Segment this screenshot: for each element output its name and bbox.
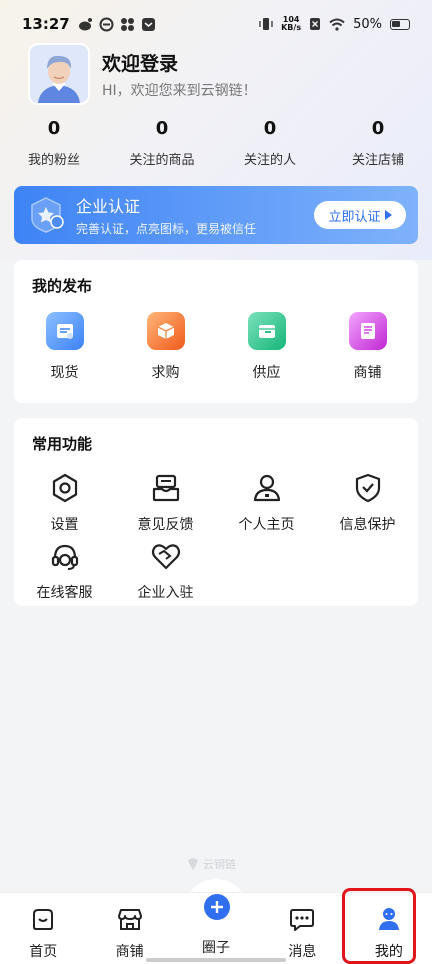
publish-label: 求购 <box>151 365 180 381</box>
function-label: 个人主页 <box>238 517 295 533</box>
handshake-heart-icon <box>151 544 180 570</box>
stat-followed-shops[interactable]: 0 关注店铺 <box>324 118 432 168</box>
tab-label: 圈子 <box>202 940 231 956</box>
function-label: 意见反馈 <box>137 517 194 533</box>
network-speed: 104 KB/s <box>281 16 301 32</box>
stat-value: 0 <box>263 118 277 139</box>
function-info-protection[interactable]: 信息保护 <box>317 472 418 534</box>
function-label: 企业入驻 <box>137 585 194 601</box>
notification-icons <box>78 17 156 32</box>
box-icon <box>146 312 185 350</box>
headset-icon <box>51 544 78 570</box>
tab-messages[interactable]: 消息 <box>259 893 345 964</box>
shop-doc-icon <box>348 312 387 350</box>
stat-followed-products[interactable]: 0 关注的商品 <box>108 118 216 168</box>
brand-watermark: 云钢链 <box>186 856 236 872</box>
certification-title: 企业认证 <box>76 197 141 216</box>
vibrate-icon <box>259 18 273 30</box>
function-settings[interactable]: 设置 <box>14 472 115 534</box>
common-functions-title: 常用功能 <box>32 435 93 453</box>
publish-label: 现货 <box>50 365 79 381</box>
publish-spot-goods[interactable]: 现货 <box>14 312 115 382</box>
function-label: 信息保护 <box>339 517 396 533</box>
stat-label: 关注店铺 <box>351 153 404 168</box>
stat-label: 我的粉丝 <box>27 153 80 168</box>
user-avatar-icon <box>30 45 88 103</box>
stat-value: 0 <box>371 118 385 139</box>
my-publish-title: 我的发布 <box>32 277 93 295</box>
common-functions-card: 常用功能 设置 意见反馈 个人主页 信息保护 在线客服 企业入驻 <box>14 418 418 606</box>
function-enterprise-join[interactable]: 企业入驻 <box>115 540 216 602</box>
stat-label: 关注的商品 <box>129 153 195 168</box>
store-icon <box>117 909 142 930</box>
document-icon <box>45 312 84 350</box>
app-grid-icon <box>120 17 134 31</box>
settings-icon <box>52 473 77 503</box>
message-icon <box>290 909 315 931</box>
publish-purchase[interactable]: 求购 <box>115 312 216 382</box>
shield-icon <box>355 473 380 503</box>
certification-badge-icon <box>31 197 64 233</box>
welcome-subtitle: HI，欢迎您来到云钢链！ <box>102 83 257 99</box>
my-publish-card: 我的发布 现货 求购 供应 商铺 <box>14 260 418 403</box>
profile-header[interactable]: 欢迎登录 HI，欢迎您来到云钢链！ <box>28 43 257 105</box>
watermark-text: 云钢链 <box>203 858 236 871</box>
function-label: 设置 <box>50 517 79 533</box>
net-speed-unit: KB/s <box>281 23 302 32</box>
stat-value: 0 <box>155 118 169 139</box>
feedback-icon <box>152 474 179 502</box>
link-icon <box>99 17 114 31</box>
battery-icon <box>390 18 410 30</box>
certify-now-button[interactable]: 立即认证 <box>314 201 406 229</box>
function-personal-homepage[interactable]: 个人主页 <box>216 472 317 534</box>
no-sim-icon <box>310 18 321 30</box>
stats-row: 0 我的粉丝 0 关注的商品 0 关注的人 0 关注店铺 <box>0 118 432 168</box>
weibo-icon <box>78 17 92 30</box>
function-feedback[interactable]: 意见反馈 <box>115 472 216 534</box>
login-title[interactable]: 欢迎登录 <box>102 49 257 76</box>
chat-app-icon <box>141 17 155 31</box>
function-online-service[interactable]: 在线客服 <box>14 540 115 602</box>
system-status: 104 KB/s 50% <box>259 16 410 32</box>
tab-store[interactable]: 商铺 <box>86 893 172 964</box>
stat-fans[interactable]: 0 我的粉丝 <box>0 118 108 168</box>
enterprise-certification-banner[interactable]: 企业认证 完善认证，点亮图标，更易被信任 立即认证 <box>14 186 418 244</box>
home-icon <box>33 909 54 930</box>
battery-percent: 50% <box>353 16 382 32</box>
plus-circle-icon[interactable] <box>204 894 230 920</box>
active-tab-highlight <box>342 888 416 964</box>
tab-home[interactable]: 首页 <box>0 893 86 964</box>
home-indicator[interactable] <box>146 958 286 962</box>
person-icon <box>253 474 280 502</box>
certification-subtitle: 完善认证，点亮图标，更易被信任 <box>76 222 257 236</box>
publish-shop[interactable]: 商铺 <box>317 312 418 382</box>
publish-label: 供应 <box>252 365 281 381</box>
stat-followed-people[interactable]: 0 关注的人 <box>216 118 324 168</box>
publish-supply[interactable]: 供应 <box>216 312 317 382</box>
stat-label: 关注的人 <box>243 153 296 168</box>
wifi-icon <box>329 18 345 31</box>
certify-now-label: 立即认证 <box>328 209 381 225</box>
status-time: 13:27 <box>22 15 70 33</box>
tab-label: 首页 <box>29 944 58 960</box>
storage-box-icon <box>247 312 286 350</box>
stat-value: 0 <box>47 118 61 139</box>
play-arrow-icon <box>384 210 392 220</box>
function-label: 在线客服 <box>36 585 93 601</box>
avatar[interactable] <box>28 43 90 105</box>
brand-logo-icon <box>188 858 198 870</box>
publish-label: 商铺 <box>353 365 382 381</box>
status-bar: 13:27 104 KB/s 50% <box>0 0 432 48</box>
